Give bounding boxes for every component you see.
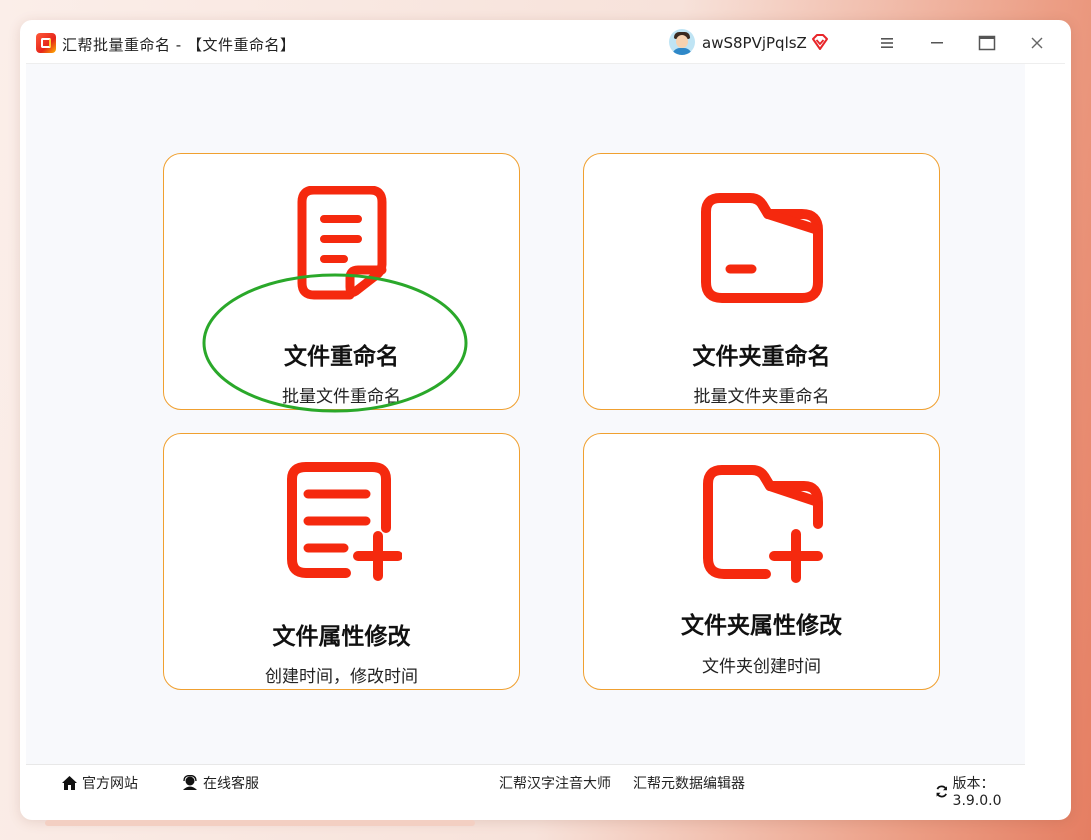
card-title: 文件重命名 (284, 344, 399, 370)
avatar[interactable] (669, 29, 695, 55)
version-info: 版本：3.9.0.0 (935, 773, 1025, 809)
official-site-label: 官方网站 (82, 776, 138, 792)
card-folder-attributes[interactable]: 文件夹属性修改 文件夹创建时间 (583, 433, 940, 690)
card-file-rename[interactable]: 文件重命名 批量文件重命名 (163, 153, 520, 410)
home-icon (62, 776, 77, 790)
card-subtitle: 创建时间，修改时间 (265, 667, 418, 687)
customer-service-icon (183, 775, 197, 790)
card-folder-rename[interactable]: 文件夹重命名 批量文件夹重命名 (583, 153, 940, 410)
close-button[interactable] (1022, 29, 1052, 57)
menu-button[interactable] (872, 29, 902, 57)
document-add-icon (286, 462, 402, 581)
vip-diamond-icon[interactable] (810, 32, 830, 52)
close-icon (1031, 37, 1043, 49)
folder-add-icon (702, 465, 823, 583)
metadata-tool-link[interactable]: 汇帮元数据编辑器 (633, 773, 745, 793)
pinyin-tool-link[interactable]: 汇帮汉字注音大师 (499, 773, 611, 793)
username[interactable]: awS8PVjPqlsZ (702, 34, 807, 52)
minimize-icon (931, 42, 943, 44)
footer-bar: 官方网站 在线客服 汇帮汉字注音大师 汇帮元数据编辑器 版本：3.9.0.0 (26, 764, 1025, 809)
app-logo-icon (36, 33, 56, 53)
official-site-link[interactable]: 官方网站 (61, 773, 138, 793)
card-subtitle: 批量文件夹重命名 (693, 387, 830, 407)
maximize-button[interactable] (972, 29, 1002, 57)
card-file-attributes[interactable]: 文件属性修改 创建时间，修改时间 (163, 433, 520, 690)
online-service-label: 在线客服 (203, 776, 259, 792)
minimize-button[interactable] (922, 29, 952, 57)
menu-icon (881, 38, 893, 48)
card-subtitle: 文件夹创建时间 (702, 657, 821, 677)
window-title: 汇帮批量重命名 - 【文件重命名】 (62, 36, 296, 54)
folder-icon (700, 193, 823, 303)
title-bar: 汇帮批量重命名 - 【文件重命名】 awS8PVjPqlsZ (26, 25, 1065, 64)
online-service-link[interactable]: 在线客服 (181, 773, 259, 793)
maximize-icon (978, 35, 996, 51)
card-title: 文件属性修改 (272, 624, 411, 650)
version-label: 版本：3.9.0.0 (952, 776, 1002, 809)
document-icon (297, 186, 386, 300)
bottom-shadow-strip (45, 820, 475, 826)
refresh-icon[interactable] (935, 783, 949, 800)
card-title: 文件夹重命名 (692, 344, 831, 370)
card-title: 文件夹属性修改 (681, 613, 842, 639)
card-subtitle: 批量文件重命名 (282, 387, 401, 407)
